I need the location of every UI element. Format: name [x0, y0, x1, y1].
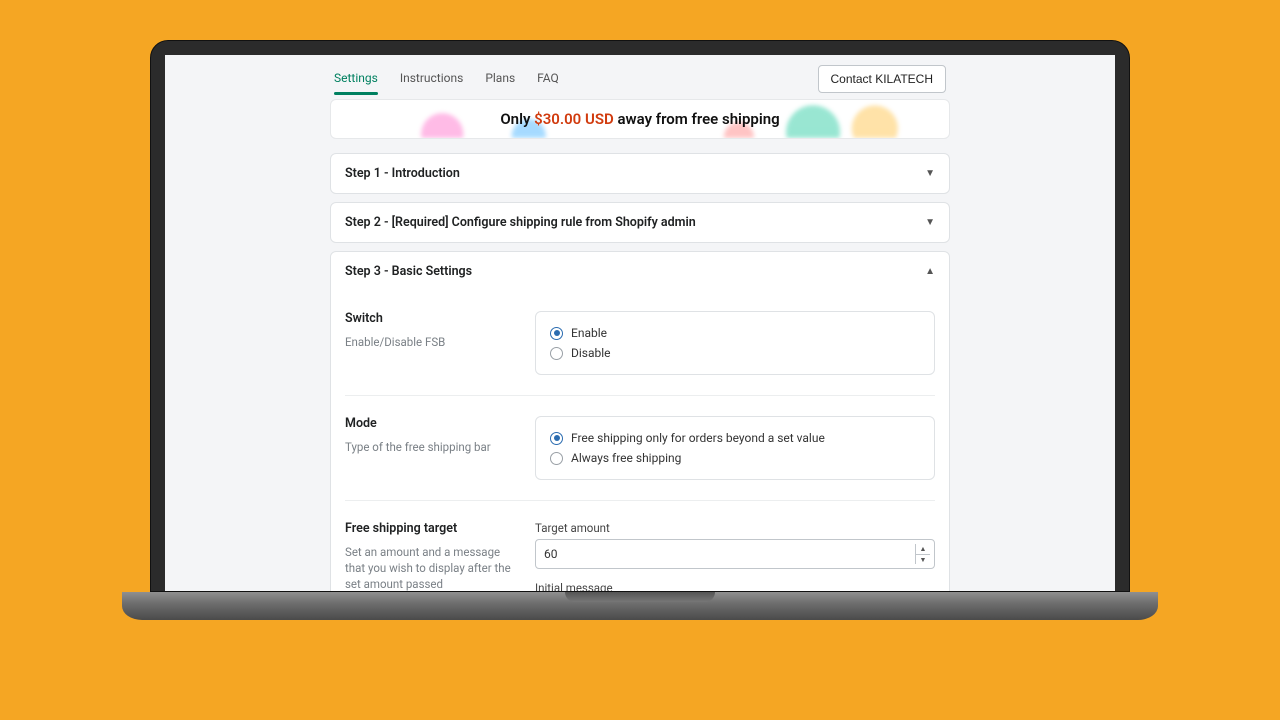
switch-desc: Enable/Disable FSB [345, 334, 517, 350]
stepper-down-icon[interactable]: ▼ [916, 554, 930, 564]
switch-disable-label: Disable [571, 346, 611, 360]
banner-suffix: away from free shipping [614, 110, 780, 128]
mode-beyond-radio[interactable]: Free shipping only for orders beyond a s… [550, 431, 920, 445]
target-section: Free shipping target Set an amount and a… [345, 500, 935, 591]
radio-icon [550, 452, 563, 465]
radio-icon [550, 432, 563, 445]
switch-enable-label: Enable [571, 326, 607, 340]
step-1-accordion[interactable]: Step 1 - Introduction ▼ [330, 153, 950, 194]
free-shipping-banner: Only $30.00 USD away from free shipping [330, 99, 950, 139]
nav-tabs: Settings Instructions Plans FAQ [334, 63, 559, 95]
target-amount-value: 60 [544, 547, 915, 561]
switch-title: Switch [345, 311, 517, 326]
tab-instructions[interactable]: Instructions [400, 63, 463, 95]
chevron-down-icon: ▼ [925, 168, 935, 179]
step-1-title: Step 1 - Introduction [345, 166, 460, 181]
mode-desc: Type of the free shipping bar [345, 439, 517, 455]
radio-icon [550, 347, 563, 360]
switch-disable-radio[interactable]: Disable [550, 346, 920, 360]
target-amount-label: Target amount [535, 521, 935, 535]
mode-title: Mode [345, 416, 517, 431]
step-2-title: Step 2 - [Required] Configure shipping r… [345, 215, 696, 230]
step-3-title: Step 3 - Basic Settings [345, 264, 472, 279]
target-desc: Set an amount and a message that you wis… [345, 544, 517, 591]
banner-amount: $30.00 USD [534, 110, 614, 128]
banner-prefix: Only [500, 110, 534, 128]
mode-always-radio[interactable]: Always free shipping [550, 451, 920, 465]
tab-settings[interactable]: Settings [334, 63, 378, 95]
target-amount-input[interactable]: 60 ▲ ▼ [535, 539, 935, 569]
tab-faq[interactable]: FAQ [537, 63, 559, 95]
chevron-up-icon: ▲ [925, 266, 935, 277]
chevron-down-icon: ▼ [925, 217, 935, 228]
switch-enable-radio[interactable]: Enable [550, 326, 920, 340]
top-bar: Settings Instructions Plans FAQ Contact … [330, 63, 950, 99]
mode-always-label: Always free shipping [571, 451, 681, 465]
target-title: Free shipping target [345, 521, 517, 536]
mode-section: Mode Type of the free shipping bar Free … [345, 395, 935, 500]
stepper-up-icon[interactable]: ▲ [916, 544, 930, 554]
app-screen: Settings Instructions Plans FAQ Contact … [165, 55, 1115, 591]
switch-section: Switch Enable/Disable FSB Enable [345, 291, 935, 395]
radio-icon [550, 327, 563, 340]
laptop-base [122, 592, 1158, 620]
initial-message-label: Initial message [535, 581, 935, 591]
contact-button[interactable]: Contact KILATECH [818, 65, 946, 93]
mode-beyond-label: Free shipping only for orders beyond a s… [571, 431, 825, 445]
tab-plans[interactable]: Plans [485, 63, 515, 95]
step-3-header[interactable]: Step 3 - Basic Settings ▲ [331, 252, 949, 291]
step-2-accordion[interactable]: Step 2 - [Required] Configure shipping r… [330, 202, 950, 243]
step-3-accordion: Step 3 - Basic Settings ▲ Switch Enable/… [330, 251, 950, 591]
